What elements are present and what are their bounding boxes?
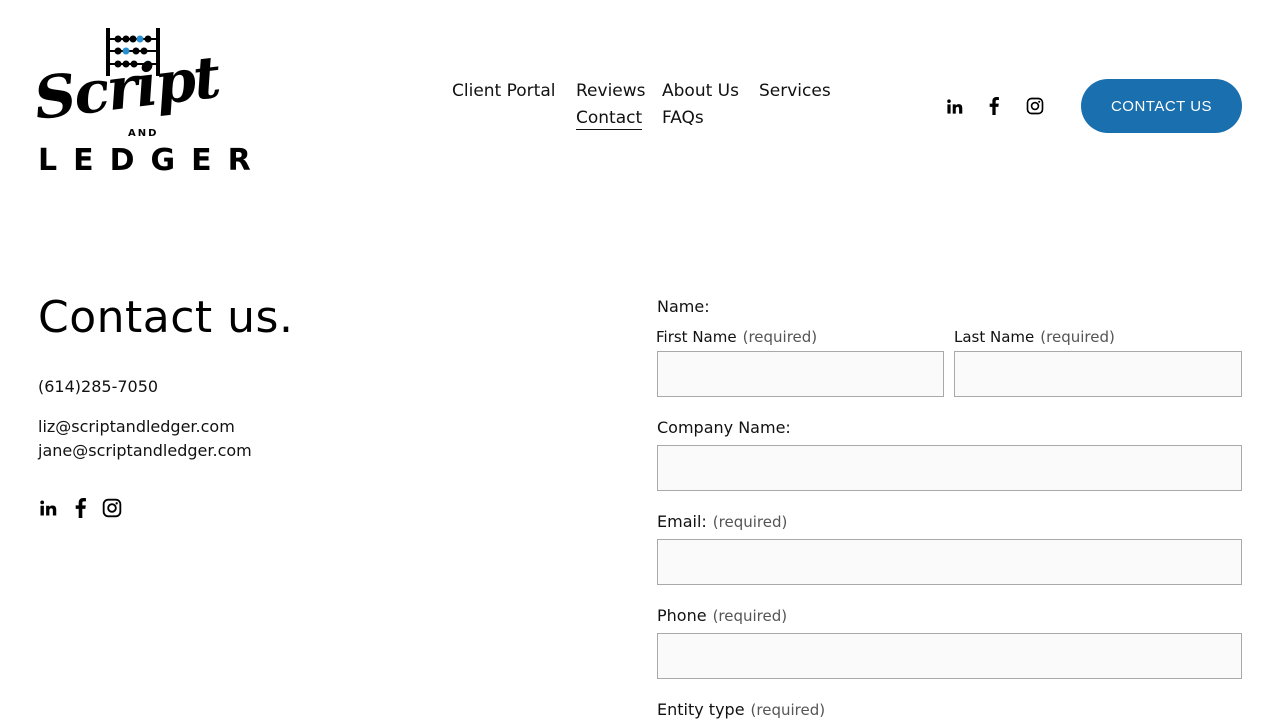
required-note: (required) <box>1040 328 1115 346</box>
last-name-input[interactable] <box>954 351 1242 397</box>
linkedin-icon[interactable] <box>943 95 965 117</box>
email-input[interactable] <box>657 539 1242 585</box>
logo-ledger-text: LEDGER <box>38 143 267 178</box>
instagram-icon[interactable] <box>1024 95 1046 117</box>
phone-number[interactable]: (614)285-7050 <box>38 375 158 399</box>
required-note: (required) <box>750 701 826 719</box>
required-note: (required) <box>712 513 788 531</box>
email-label-text: Email: <box>657 512 707 531</box>
first-name-input[interactable] <box>657 351 944 397</box>
company-name-label: Company Name: <box>657 418 791 437</box>
logo-and-text: AND <box>128 128 159 139</box>
required-note: (required) <box>742 328 818 346</box>
first-name-label: First Name (required) <box>656 327 817 347</box>
last-name-label-text: Last Name <box>954 328 1035 346</box>
email-liz[interactable]: liz@scriptandledger.com <box>38 415 235 439</box>
nav-link-contact[interactable]: Contact <box>576 108 643 130</box>
company-name-input[interactable] <box>657 445 1242 491</box>
page-title: Contact us. <box>38 292 294 343</box>
facebook-icon[interactable] <box>69 497 91 519</box>
phone-input[interactable] <box>657 633 1242 679</box>
instagram-icon[interactable] <box>101 497 123 519</box>
last-name-label: Last Name (required) <box>954 327 1115 347</box>
phone-label-text: Phone <box>657 606 707 625</box>
logo-script-text: Script <box>30 42 223 133</box>
nav-link-faqs[interactable]: FAQs <box>662 108 704 128</box>
linkedin-icon[interactable] <box>37 497 59 519</box>
entity-type-label: Entity type (required) <box>657 700 825 720</box>
entity-type-label-text: Entity type <box>657 700 745 719</box>
first-name-label-text: First Name <box>656 328 737 346</box>
site-logo[interactable]: Script AND LEDGER <box>30 26 251 182</box>
required-note: (required) <box>712 607 788 625</box>
nav-link-services[interactable]: Services <box>759 81 831 101</box>
name-label: Name: <box>657 297 710 316</box>
contact-us-button[interactable]: CONTACT US <box>1081 79 1242 133</box>
nav-link-about-us[interactable]: About Us <box>662 81 739 101</box>
email-label: Email: (required) <box>657 512 787 532</box>
nav-link-client-portal[interactable]: Client Portal <box>452 81 555 101</box>
email-jane[interactable]: jane@scriptandledger.com <box>38 439 252 463</box>
nav-link-reviews[interactable]: Reviews <box>576 81 646 101</box>
facebook-icon[interactable] <box>983 95 1005 117</box>
phone-label: Phone (required) <box>657 606 787 626</box>
